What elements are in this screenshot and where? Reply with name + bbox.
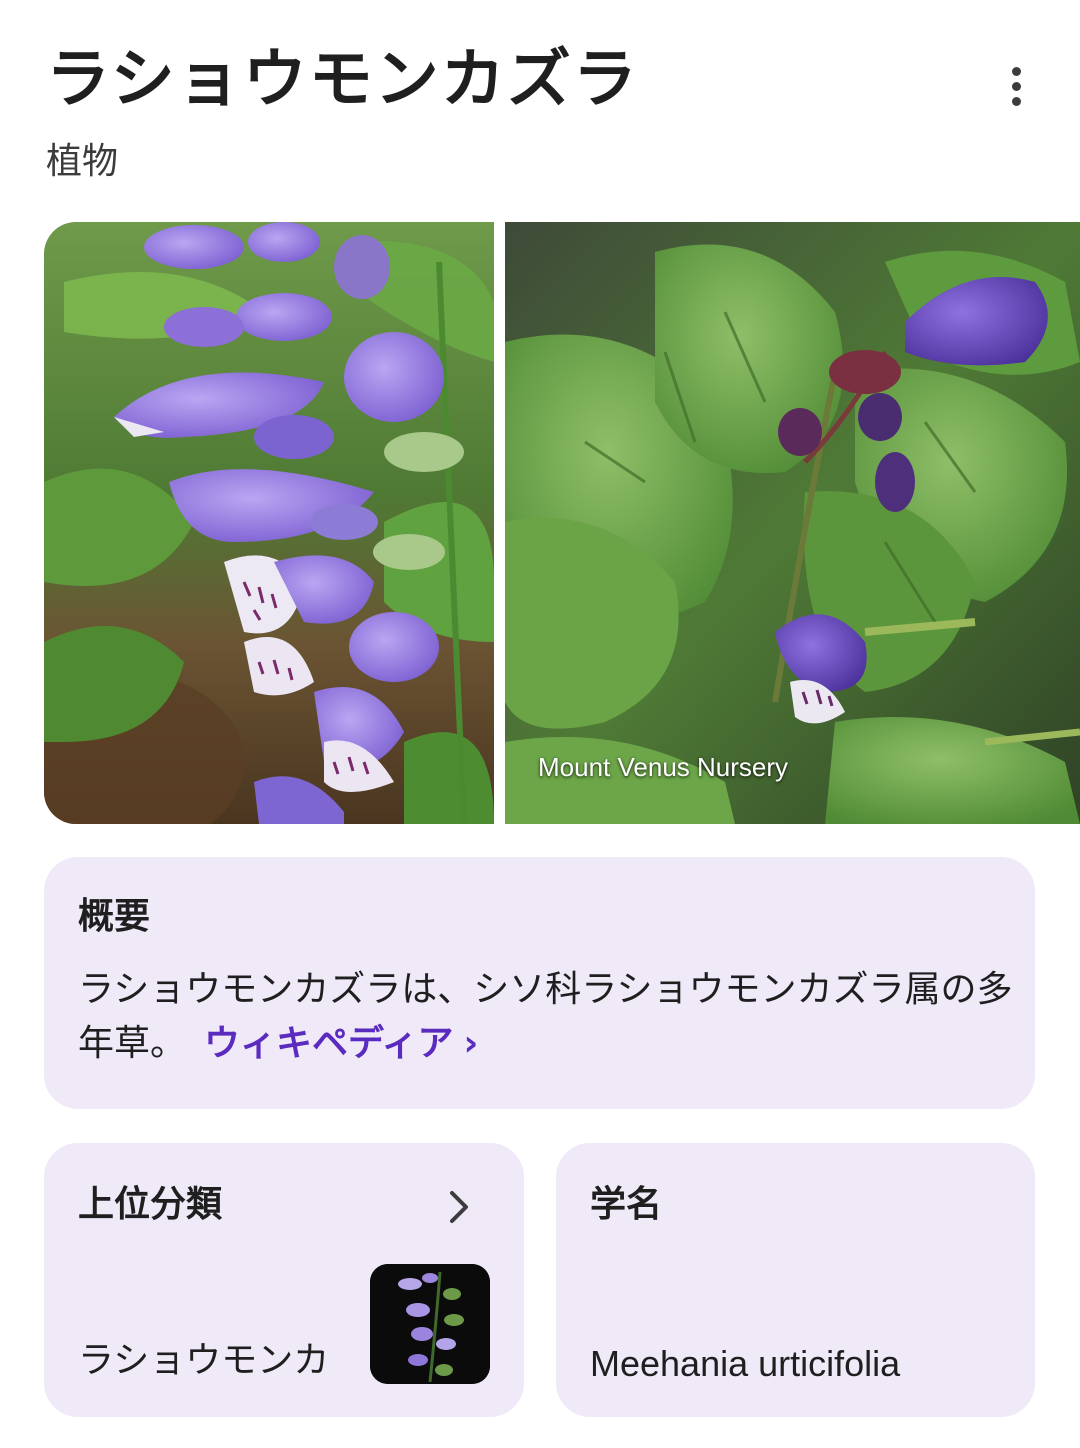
overview-card: 概要 ラショウモンカズラは、シソ科ラショウモンカズラ属の多年草。 ウィキペディア › xyxy=(44,857,1035,1109)
scientific-name-heading: 学名 xyxy=(590,1184,663,1225)
parent-taxon-heading: 上位分類 xyxy=(78,1184,223,1225)
plant-photo-1-image xyxy=(44,222,494,824)
chevron-right-icon: › xyxy=(463,1023,479,1064)
scientific-name-card: 学名 Meehania urticifolia xyxy=(556,1143,1035,1417)
plant-photo-2[interactable]: Mount Venus Nursery xyxy=(505,222,1080,824)
entity-type-label: 植物 xyxy=(46,141,119,182)
wikipedia-link-label: ウィキペディア xyxy=(204,1023,454,1064)
parent-taxon-thumbnail xyxy=(370,1264,490,1384)
photo-credit: Mount Venus Nursery xyxy=(538,752,789,782)
parent-taxon-card[interactable]: 上位分類 ラショウモンカ xyxy=(44,1143,524,1417)
more-options-button[interactable] xyxy=(992,56,1040,116)
more-vert-icon-dot xyxy=(1011,81,1021,91)
parent-taxon-thumbnail-image xyxy=(370,1264,490,1384)
image-carousel[interactable]: Mount Venus Nursery xyxy=(44,222,1080,824)
more-vert-icon xyxy=(1011,66,1021,76)
overview-heading: 概要 xyxy=(78,896,151,937)
wikipedia-link[interactable]: ウィキペディア › xyxy=(204,1023,478,1064)
scientific-name-value: Meehania urticifolia xyxy=(590,1343,901,1384)
page-title: ラショウモンカズラ xyxy=(46,43,639,117)
chevron-right-icon xyxy=(450,1191,468,1223)
overview-text: ラショウモンカズラは、シソ科ラショウモンカズラ属の多年草。 ウィキペディア › xyxy=(78,963,1018,1071)
plant-photo-1[interactable] xyxy=(44,222,494,824)
parent-taxon-name: ラショウモンカ xyxy=(78,1340,330,1381)
more-vert-icon-dot xyxy=(1011,96,1021,106)
plant-photo-2-image xyxy=(505,222,1080,824)
